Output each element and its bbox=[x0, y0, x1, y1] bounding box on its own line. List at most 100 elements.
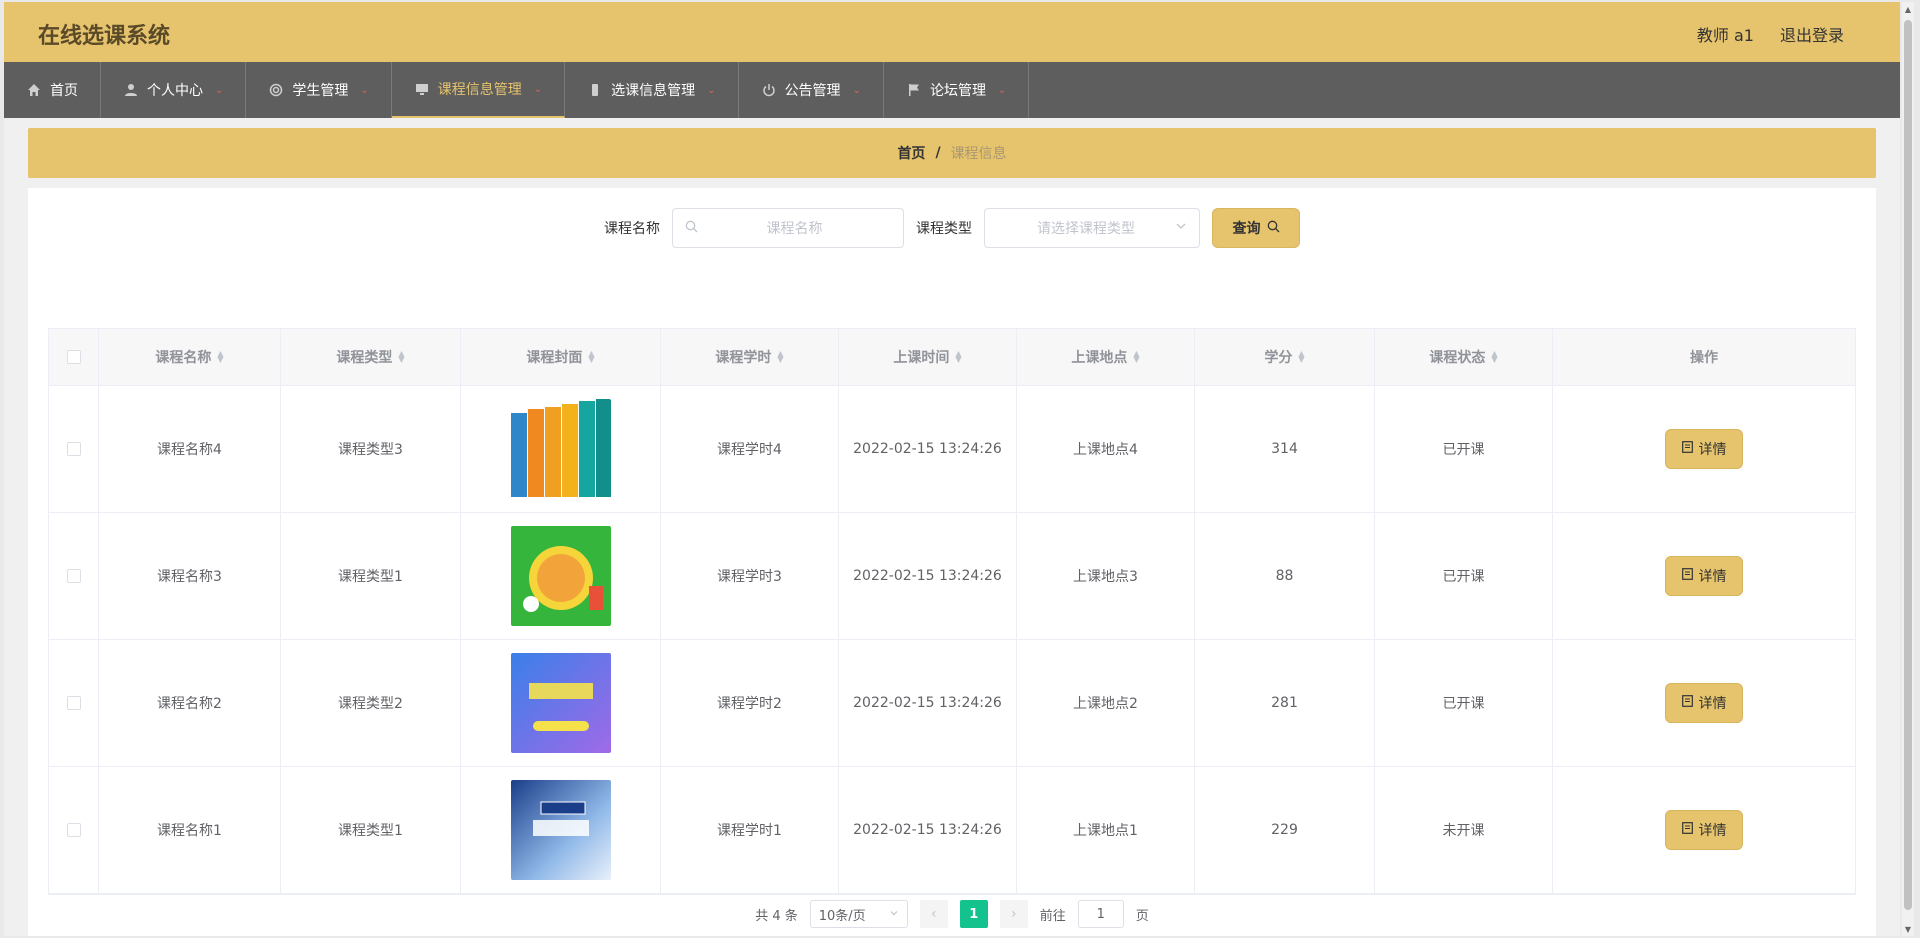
course-cover-image bbox=[510, 399, 611, 499]
course-type-placeholder: 请选择课程类型 bbox=[1037, 221, 1135, 237]
cell-credit: 314 bbox=[1195, 386, 1375, 512]
col-header-time[interactable]: 上课时间 ▲ ▼ bbox=[839, 329, 1017, 385]
detail-button[interactable]: 详情 bbox=[1665, 429, 1743, 469]
table-row: 课程名称2 课程类型2 课程学时2 2022-02-15 13:24:26 上课… bbox=[49, 640, 1855, 767]
nav-label: 公告管理 bbox=[784, 83, 841, 99]
detail-button-label: 详情 bbox=[1698, 569, 1727, 585]
cell-credit: 88 bbox=[1195, 513, 1375, 639]
cell-cover bbox=[461, 767, 661, 893]
nav-label: 课程信息管理 bbox=[437, 82, 522, 98]
row-select-cell bbox=[49, 767, 99, 893]
sort-icon[interactable]: ▲ ▼ bbox=[777, 350, 783, 364]
cell-action: 详情 bbox=[1553, 386, 1855, 512]
cell-action: 详情 bbox=[1553, 513, 1855, 639]
logout-link[interactable]: 退出登录 bbox=[1780, 22, 1844, 46]
sort-icon[interactable]: ▲ ▼ bbox=[955, 350, 961, 364]
cell-status: 未开课 bbox=[1375, 767, 1553, 893]
col-header-action: 操作 bbox=[1553, 329, 1855, 385]
cell-time: 2022-02-15 13:24:26 bbox=[839, 386, 1017, 512]
page-size-select[interactable]: 10条/页 bbox=[809, 900, 908, 928]
course-cover-image bbox=[510, 526, 611, 626]
row-checkbox[interactable] bbox=[66, 569, 81, 583]
nav-item-notice[interactable]: 公告管理 ⌄ bbox=[739, 62, 884, 118]
cell-hours: 课程学时2 bbox=[661, 640, 839, 766]
col-header-name[interactable]: 课程名称 ▲ ▼ bbox=[99, 329, 281, 385]
detail-button-label: 详情 bbox=[1698, 442, 1727, 458]
page-scrollbar[interactable]: ▲ ▼ bbox=[1902, 2, 1914, 936]
course-type-select[interactable]: 请选择课程类型 bbox=[984, 208, 1200, 248]
chevron-left-icon: ‹ bbox=[930, 906, 937, 922]
header-label: 课程学时 bbox=[715, 350, 772, 366]
course-name-placeholder: 课程名称 bbox=[766, 221, 823, 237]
cell-credit: 229 bbox=[1195, 767, 1375, 893]
sort-icon[interactable]: ▲ ▼ bbox=[1491, 350, 1497, 364]
cell-name: 课程名称1 bbox=[99, 767, 281, 893]
main-nav: 首页 个人中心 ⌄ 学生管理 ⌄ 课程信息管理 ⌄ 选课信息管理 ⌄ 公告管理 … bbox=[4, 62, 1900, 118]
breadcrumb: 首页 / 课程信息 bbox=[28, 128, 1876, 178]
breadcrumb-current: 课程信息 bbox=[950, 146, 1007, 162]
course-table: 课程名称 ▲ ▼ 课程类型 ▲ ▼ 课程封面 ▲ ▼ 课程学时 ▲ ▼ 上课时间 ▲ ▼ 上课地点 ▲… bbox=[48, 328, 1856, 895]
sort-icon[interactable]: ▲ ▼ bbox=[1133, 350, 1139, 364]
top-header: 在线选课系统 教师 a1 退出登录 bbox=[4, 2, 1900, 62]
table-row: 课程名称1 课程类型1 课程学时1 2022-02-15 13:24:26 上课… bbox=[49, 767, 1855, 894]
col-header-hours[interactable]: 课程学时 ▲ ▼ bbox=[661, 329, 839, 385]
gear-icon bbox=[268, 82, 284, 98]
nav-item-forum[interactable]: 论坛管理 ⌄ bbox=[884, 62, 1030, 118]
scroll-up-arrow-icon[interactable]: ▲ bbox=[1902, 2, 1914, 16]
row-checkbox[interactable] bbox=[66, 442, 81, 456]
nav-item-course-info[interactable]: 课程信息管理 ⌄ bbox=[391, 62, 566, 118]
breadcrumb-home[interactable]: 首页 bbox=[897, 143, 925, 163]
sort-icon[interactable]: ▲ ▼ bbox=[588, 350, 594, 364]
query-button[interactable]: 查询 bbox=[1212, 208, 1300, 248]
course-cover-image bbox=[510, 780, 611, 880]
detail-button[interactable]: 详情 bbox=[1665, 556, 1743, 596]
sort-icon[interactable]: ▲ ▼ bbox=[1298, 350, 1304, 364]
col-header-credit[interactable]: 学分 ▲ ▼ bbox=[1195, 329, 1375, 385]
row-checkbox[interactable] bbox=[66, 823, 81, 837]
header-label: 上课时间 bbox=[893, 350, 950, 366]
scrollbar-thumb[interactable] bbox=[1904, 20, 1912, 910]
goto-suffix: 页 bbox=[1135, 908, 1149, 924]
nav-item-personal[interactable]: 个人中心 ⌄ bbox=[101, 62, 247, 118]
prev-page-button[interactable]: ‹ bbox=[919, 900, 948, 928]
next-page-button[interactable]: › bbox=[999, 900, 1028, 928]
table-row: 课程名称4 课程类型3 课程学时4 2022-02-15 13:24:26 上课… bbox=[49, 386, 1855, 513]
user-name[interactable]: 教师 a1 bbox=[1697, 22, 1754, 46]
nav-item-students[interactable]: 学生管理 ⌄ bbox=[246, 62, 392, 118]
course-type-label: 课程类型 bbox=[916, 221, 972, 237]
scroll-down-arrow-icon[interactable]: ▼ bbox=[1902, 922, 1914, 936]
select-all-cell bbox=[49, 329, 99, 385]
cell-cover bbox=[461, 386, 661, 512]
app-title: 在线选课系统 bbox=[38, 24, 171, 49]
flag-icon bbox=[906, 82, 922, 98]
col-header-type[interactable]: 课程类型 ▲ ▼ bbox=[281, 329, 461, 385]
select-all-checkbox[interactable] bbox=[66, 350, 81, 364]
page-number-current[interactable]: 1 bbox=[959, 900, 988, 928]
cell-place: 上课地点4 bbox=[1017, 386, 1195, 512]
col-header-cover[interactable]: 课程封面 ▲ ▼ bbox=[461, 329, 661, 385]
sort-icon[interactable]: ▲ ▼ bbox=[217, 350, 223, 364]
page-size-value: 10条/页 bbox=[818, 908, 866, 924]
cell-type: 课程类型1 bbox=[281, 513, 461, 639]
nav-label: 论坛管理 bbox=[929, 83, 986, 99]
search-icon bbox=[685, 220, 698, 237]
header-label: 课程状态 bbox=[1429, 350, 1486, 366]
cell-type: 课程类型1 bbox=[281, 767, 461, 893]
chevron-down-icon: ⌄ bbox=[707, 84, 716, 96]
nav-item-home[interactable]: 首页 bbox=[4, 62, 101, 118]
cell-name: 课程名称4 bbox=[99, 386, 281, 512]
goto-page-input[interactable]: 1 bbox=[1077, 900, 1124, 928]
cell-status: 已开课 bbox=[1375, 386, 1553, 512]
detail-button[interactable]: 详情 bbox=[1665, 810, 1743, 850]
detail-button-label: 详情 bbox=[1698, 696, 1727, 712]
sort-icon[interactable]: ▲ ▼ bbox=[398, 350, 404, 364]
nav-item-selection[interactable]: 选课信息管理 ⌄ bbox=[565, 62, 739, 118]
cell-cover bbox=[461, 513, 661, 639]
cell-time: 2022-02-15 13:24:26 bbox=[839, 640, 1017, 766]
col-header-status[interactable]: 课程状态 ▲ ▼ bbox=[1375, 329, 1553, 385]
detail-button[interactable]: 详情 bbox=[1665, 683, 1743, 723]
row-checkbox[interactable] bbox=[66, 696, 81, 710]
col-header-place[interactable]: 上课地点 ▲ ▼ bbox=[1017, 329, 1195, 385]
course-name-input[interactable]: 课程名称 bbox=[672, 208, 904, 248]
search-icon bbox=[1267, 220, 1280, 237]
